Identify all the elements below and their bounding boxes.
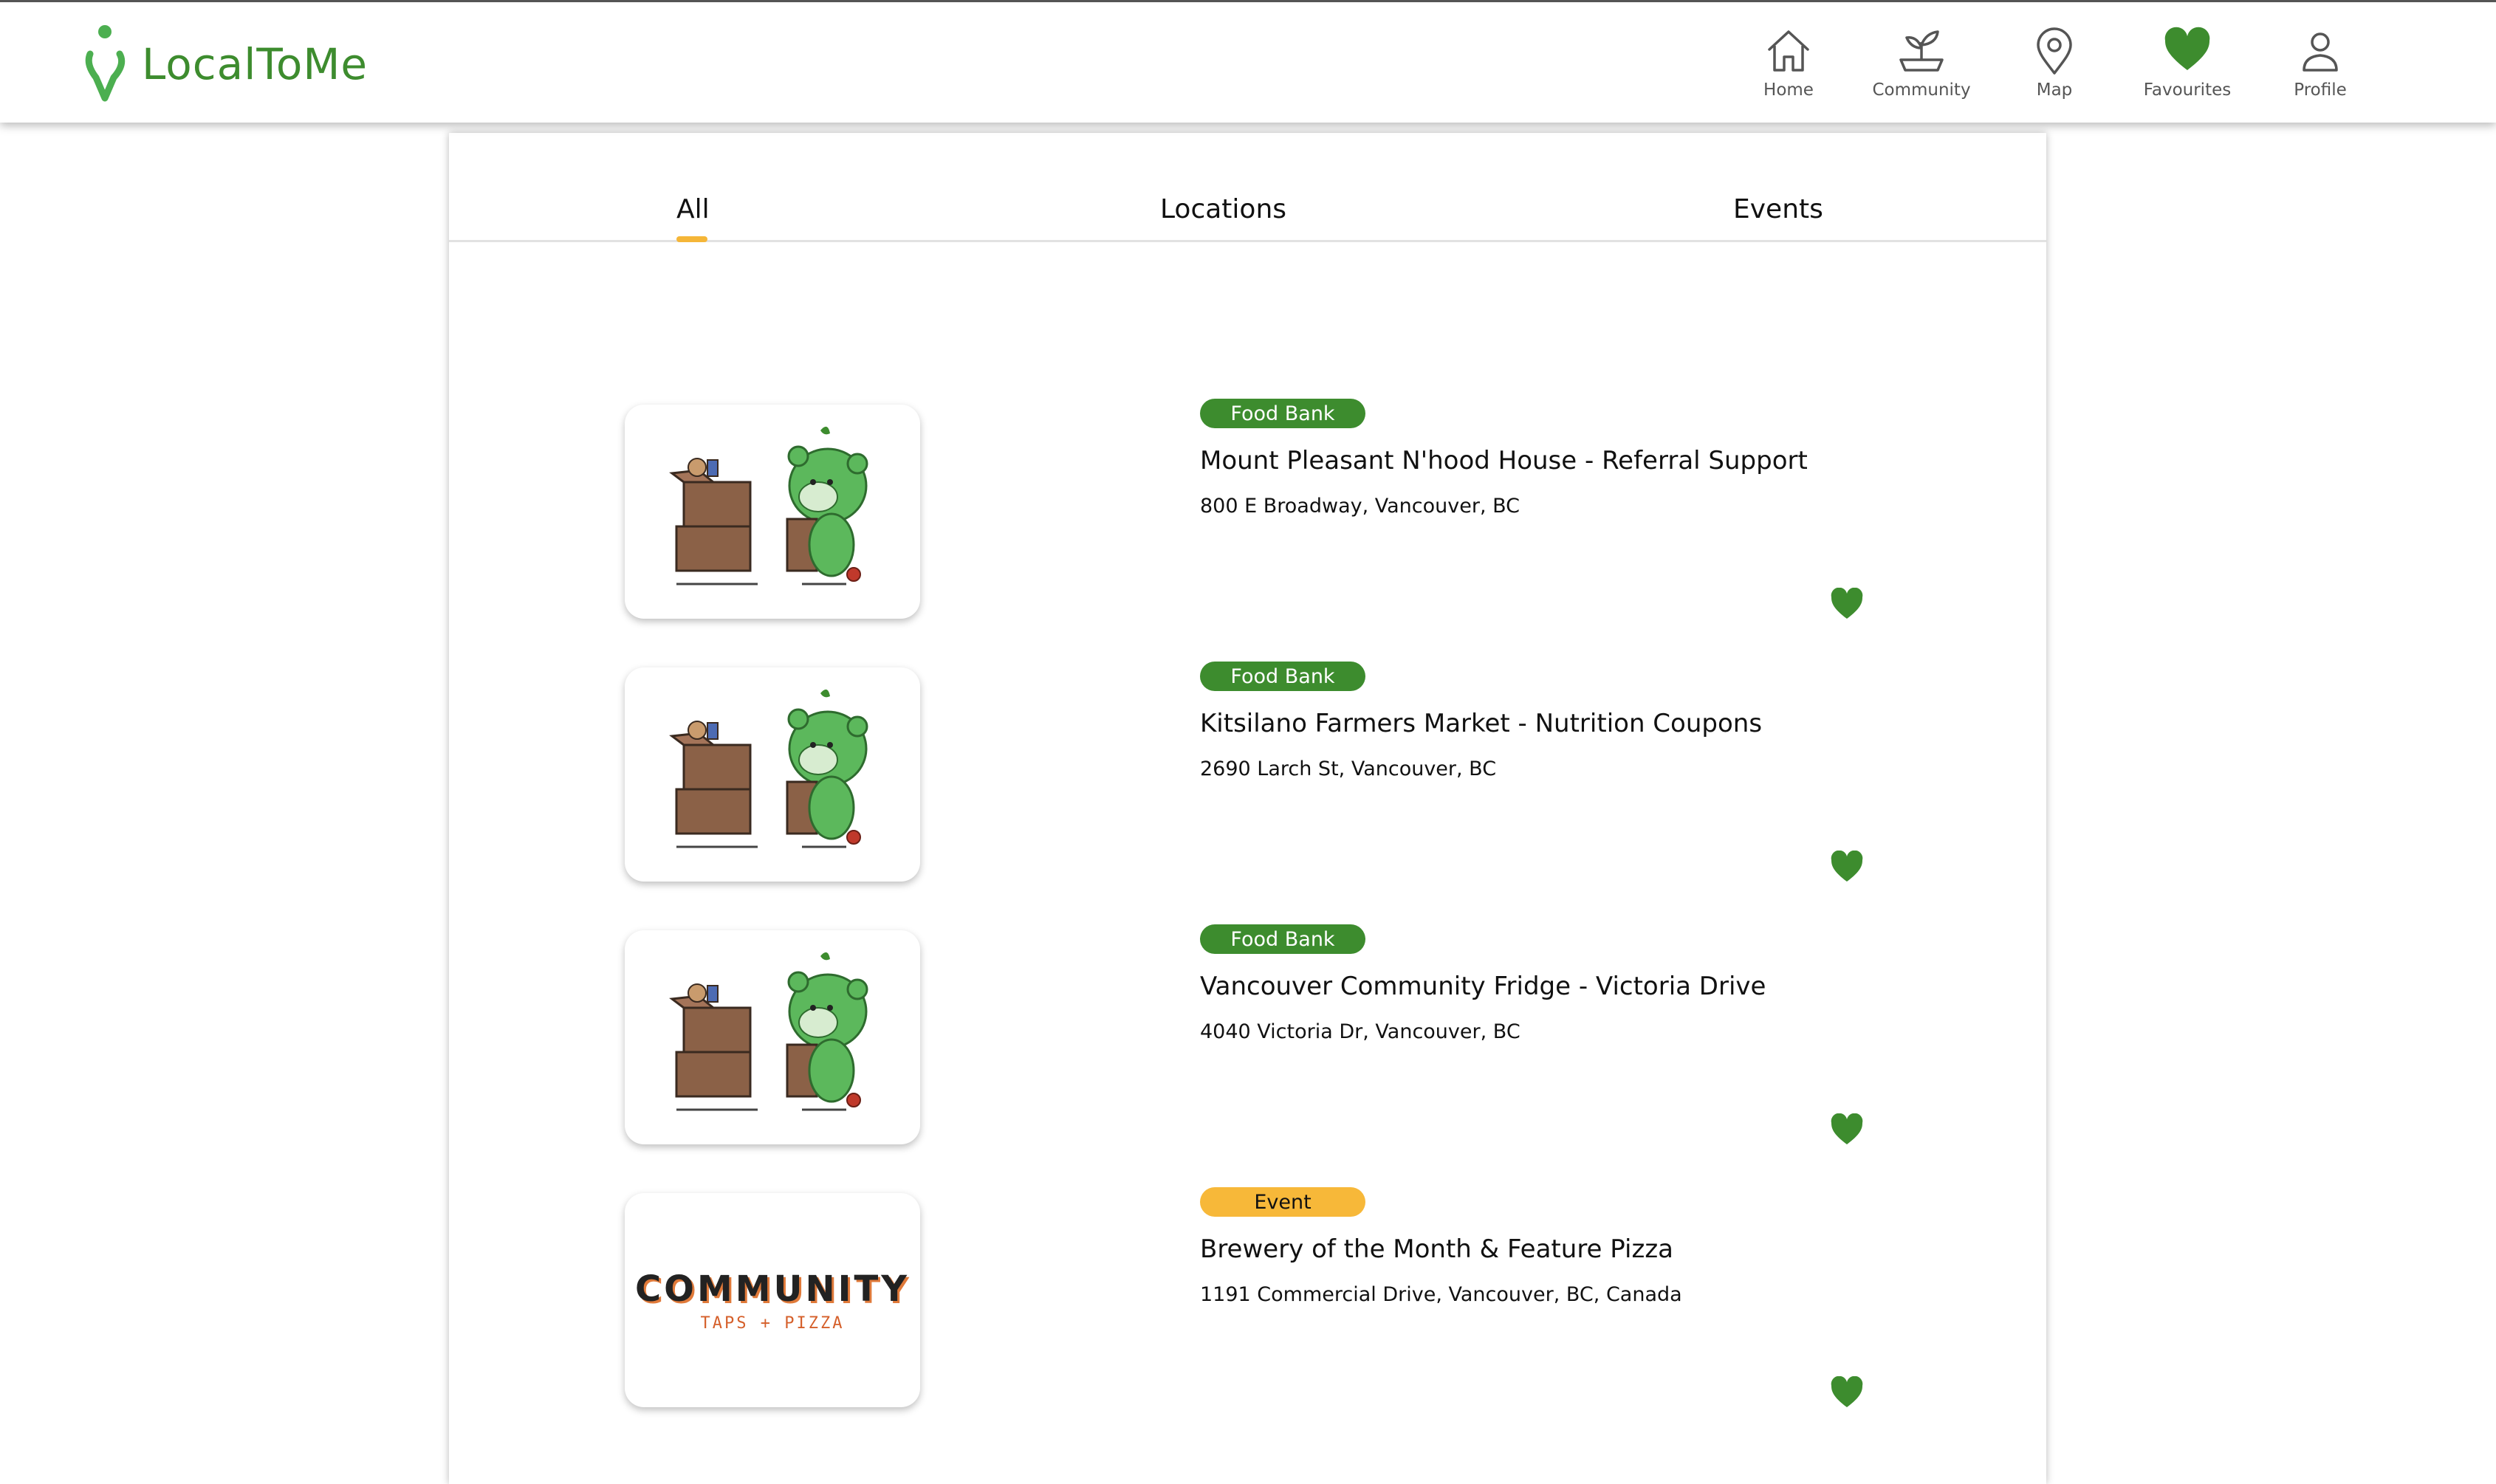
list-item[interactable]: Food Bank Vancouver Community Fridge - V… [449,924,2046,1174]
list-item[interactable]: Food Bank Mount Pleasant N'hood House - … [449,399,2046,648]
heart-filled-icon [1831,1375,1863,1407]
category-badge: Food Bank [1200,924,1365,954]
favourites-panel: All Locations Events Food Bank Mount Ple… [449,133,2046,1484]
top-app-bar: LocalToMe Home Community Map Favourites … [0,0,2496,123]
nav-label-map: Map [2036,80,2073,100]
filter-tabs: All Locations Events [449,133,2046,242]
item-title[interactable]: Mount Pleasant N'hood House - Referral S… [1200,446,1808,475]
favourite-button[interactable] [1830,1375,1864,1409]
heart-filled-icon [1831,850,1863,882]
app-logo[interactable]: LocalToMe [83,24,368,104]
tab-all[interactable]: All [676,196,710,223]
category-badge: Food Bank [1200,662,1365,691]
item-title[interactable]: Kitsilano Farmers Market - Nutrition Cou… [1200,709,1762,738]
item-address: 4040 Victoria Dr, Vancouver, BC [1200,1020,1520,1043]
item-address: 2690 Larch St, Vancouver, BC [1200,758,1497,780]
food-bank-mascot-image [669,426,868,585]
item-title[interactable]: Brewery of the Month & Feature Pizza [1200,1234,1673,1264]
person-icon [2303,32,2338,72]
item-title[interactable]: Vancouver Community Fridge - Victoria Dr… [1200,972,1766,1001]
nav-community[interactable]: Community [1848,26,1995,107]
logo-main-text: COMMUNITY [634,1268,911,1310]
item-address: 1191 Commercial Drive, Vancouver, BC, Ca… [1200,1283,1682,1306]
community-taps-pizza-logo: COMMUNITY TAPS + PIZZA [635,1268,910,1333]
category-badge: Event [1200,1187,1365,1217]
map-pin-icon [2037,27,2072,75]
favourite-button[interactable] [1830,1113,1864,1146]
food-bank-mascot-image [669,689,868,848]
heart-filled-icon [1831,1113,1863,1144]
favourite-button[interactable] [1830,850,1864,883]
tab-locations[interactable]: Locations [1160,196,1286,223]
nav-home[interactable]: Home [1715,26,1862,107]
nav-favourites[interactable]: Favourites [2113,26,2261,107]
favourite-button[interactable] [1830,587,1864,620]
active-tab-indicator [676,236,707,242]
tab-events[interactable]: Events [1733,196,1823,223]
heart-filled-icon [1831,587,1863,619]
nav-label-profile: Profile [2294,80,2347,100]
category-badge: Food Bank [1200,399,1365,428]
nav-profile[interactable]: Profile [2246,26,2394,107]
nav-label-favourites: Favourites [2143,80,2232,100]
item-thumbnail [625,405,920,619]
logo-sub-text: TAPS + PIZZA [700,1313,845,1333]
item-address: 800 E Broadway, Vancouver, BC [1200,495,1520,518]
item-thumbnail [625,667,920,882]
item-thumbnail [625,930,920,1144]
list-item[interactable]: COMMUNITY TAPS + PIZZA Event Brewery of … [449,1187,2046,1437]
nav-label-home: Home [1763,80,1814,100]
food-bank-mascot-image [669,952,868,1111]
home-icon [1768,30,1809,72]
sprout-icon [1899,30,1944,72]
nav-map[interactable]: Map [1981,26,2128,107]
item-thumbnail: COMMUNITY TAPS + PIZZA [625,1193,920,1407]
nav-label-community: Community [1872,80,1971,100]
app-name: LocalToMe [142,39,368,89]
heart-icon [2164,27,2210,70]
location-pin-logo-icon [85,25,126,102]
list-item[interactable]: Food Bank Kitsilano Farmers Market - Nut… [449,662,2046,911]
